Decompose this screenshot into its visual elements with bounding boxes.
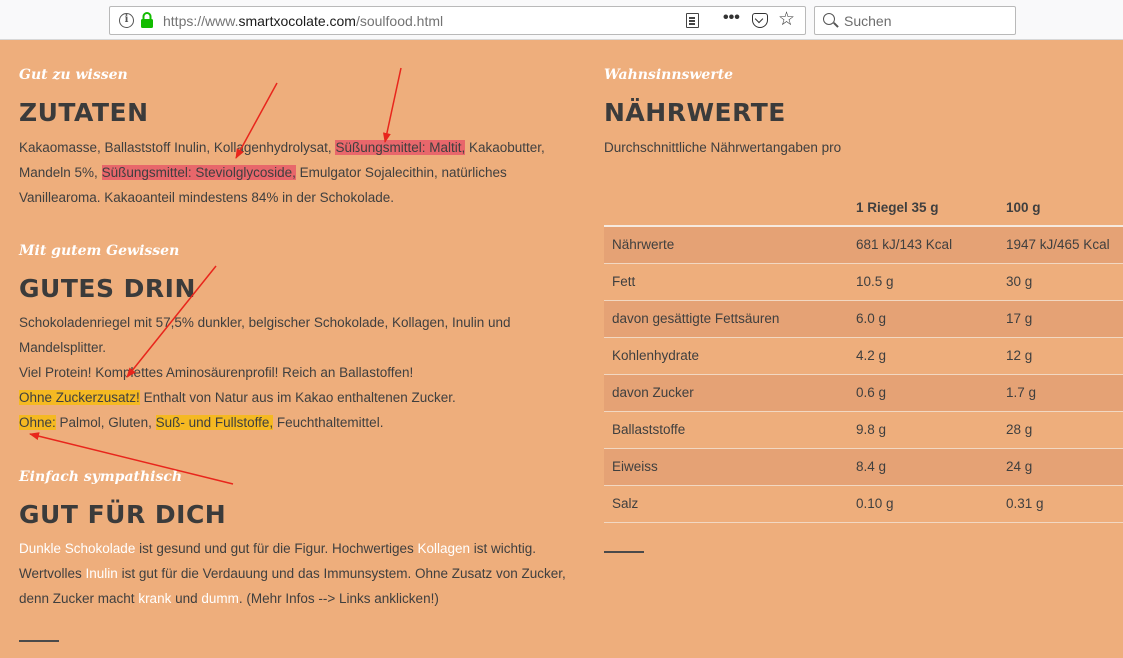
gutes-text-line: Mandelsplitter.	[19, 340, 107, 355]
table-cell: 681 kJ/143 Kcal	[856, 237, 953, 253]
table-cell: 8.4 g	[856, 459, 887, 474]
gut-text-part: und	[171, 591, 202, 606]
table-row: Eiweiss 8.4 g 24 g	[604, 448, 1123, 485]
table-cell: 30 g	[1006, 274, 1033, 289]
highlight-steviol: Süßungsmittel: Steviolglycoside,	[101, 165, 296, 180]
section-divider	[19, 640, 59, 642]
zutaten-text-part: Kakaobutter,	[465, 140, 545, 155]
table-row: davon gesättigte Fettsäuren 6.0 g 17 g	[604, 300, 1123, 337]
table-header-cell: 1 Riegel 35 g	[856, 200, 939, 215]
search-bar[interactable]	[814, 6, 1016, 35]
link-krank[interactable]: krank	[138, 591, 171, 606]
section-divider	[604, 551, 644, 553]
highlight-ohne-zuckerzusatz: Ohne Zuckerzusatz!	[19, 390, 140, 405]
table-row: davon Zucker 0.6 g 1.7 g	[604, 374, 1123, 411]
page-actions-more-icon[interactable]: •••	[723, 9, 740, 27]
zutaten-kicker: Gut zu wissen	[19, 67, 128, 83]
highlight-maltit: Süßungsmittel: Maltit,	[335, 140, 466, 155]
table-cell: 1.7 g	[1006, 385, 1037, 400]
table-cell: davon Zucker	[612, 385, 694, 400]
table-cell: Nährwerte	[612, 237, 675, 253]
browser-toolbar: i https://www.smartxocolate.com/soulfood…	[0, 0, 1123, 40]
gut-text-part: denn Zucker macht	[19, 591, 139, 606]
table-header-row: 1 Riegel 35 g 100 g	[604, 190, 1123, 226]
table-cell: 4.2 g	[856, 348, 887, 363]
table-row: Nährwerte 681 kJ/143 Kcal 1947 kJ/465 Kcal	[604, 226, 1123, 263]
table-cell: 0.6 g	[856, 385, 887, 400]
table-cell: 10.5 g	[856, 274, 894, 289]
gutes-title: GUTES DRIN	[19, 274, 196, 303]
link-inulin[interactable]: Inulin	[86, 566, 118, 581]
table-cell: 0.10 g	[856, 496, 894, 511]
zutaten-text-line: Vanillearoma. Kakaoanteil mindestens 84%…	[19, 190, 394, 205]
gutes-text: Schokoladenriegel mit 57,5% dunkler, bel…	[19, 310, 579, 435]
naehrwerte-title: NÄHRWERTE	[604, 98, 786, 127]
table-header-cell: 100 g	[1006, 200, 1041, 215]
url-host: smartxocolate.com	[238, 13, 356, 29]
url-path: /soulfood.html	[355, 13, 444, 29]
gut-kicker: Einfach sympathisch	[19, 469, 183, 485]
gutes-text-part: Enthalt von Natur aus im Kakao enthalten…	[139, 390, 456, 405]
zutaten-text-part: Kakaomasse, Ballaststoff Inulin, Kollage…	[19, 140, 336, 155]
table-row: Fett 10.5 g 30 g	[604, 263, 1123, 300]
table-cell: Kohlenhydrate	[612, 348, 700, 363]
info-icon[interactable]: i	[119, 13, 134, 28]
naehrwerte-subtitle: Durchschnittliche Nährwertangaben pro	[604, 140, 842, 155]
nutrition-table: 1 Riegel 35 g 100 g Nährwerte 681 kJ/143 K…	[604, 190, 1123, 523]
table-cell: Salz	[612, 496, 639, 511]
lock-icon	[141, 12, 153, 28]
table-cell: Ballaststoffe	[612, 422, 686, 437]
gutes-text-part: Palmol, Gluten,	[55, 415, 156, 430]
table-cell: Fett	[612, 274, 636, 289]
naehrwerte-kicker: Wahnsinnswerte	[604, 67, 734, 83]
search-icon	[823, 13, 835, 25]
table-body: Nährwerte 681 kJ/143 Kcal 1947 kJ/465 Kcal…	[604, 226, 1123, 522]
zutaten-title: ZUTATEN	[19, 98, 149, 127]
annotation-arrow	[382, 67, 402, 143]
gut-text-part: ist gesund und gut für die Figur. Hochwe…	[135, 541, 418, 556]
table-header-cell	[604, 190, 856, 226]
gut-title: GUT FÜR DICH	[19, 500, 227, 529]
gutes-text-line: Viel Protein! Komplettes Aminosäurenprof…	[19, 365, 414, 380]
url-bar[interactable]: i https://www.smartxocolate.com/soulfood…	[109, 6, 806, 35]
highlight-suss-fullstoffe: Suß- und Fullstoffe,	[155, 415, 274, 430]
link-dunkle-schokolade[interactable]: Dunkle Schokolade	[19, 541, 135, 556]
pocket-icon[interactable]	[752, 13, 768, 28]
table-row: Kohlenhydrate 4.2 g 12 g	[604, 337, 1123, 374]
table-row: Salz 0.10 g 0.31 g	[604, 485, 1123, 522]
gut-text-part: . (Mehr Infos --> Links anklicken!)	[238, 591, 439, 606]
table-cell: 9.8 g	[856, 422, 887, 437]
link-kollagen[interactable]: Kollagen	[417, 541, 470, 556]
table-row: Ballaststoffe 9.8 g 28 g	[604, 411, 1123, 448]
gutes-text-part: Feuchthaltemittel.	[273, 415, 384, 430]
table-cell: Eiweiss	[612, 459, 658, 474]
table-cell: 17 g	[1006, 311, 1033, 326]
gut-text-part: ist wichtig.	[470, 541, 537, 556]
table-cell: 1947 kJ/465 Kcal	[1006, 237, 1110, 253]
table-cell: 28 g	[1006, 422, 1033, 437]
zutaten-text-part: Mandeln 5%,	[19, 165, 102, 180]
gut-text: Dunkle Schokolade ist gesund und gut für…	[19, 536, 579, 611]
table-cell: 6.0 g	[856, 311, 887, 326]
gutes-text-line: Schokoladenriegel mit 57,5% dunkler, bel…	[19, 315, 511, 330]
url-text[interactable]: https://www.smartxocolate.com/soulfood.h…	[163, 12, 443, 30]
reader-view-icon[interactable]	[686, 13, 699, 28]
table-cell: 0.31 g	[1006, 496, 1044, 511]
bookmark-star-icon[interactable]: ☆	[778, 8, 795, 31]
url-prefix: https://www.	[163, 13, 239, 29]
search-input[interactable]	[844, 12, 1009, 30]
zutaten-text: Kakaomasse, Ballaststoff Inulin, Kollage…	[19, 135, 579, 210]
gut-text-part: ist gut für die Verdauung und das Immuns…	[117, 566, 566, 581]
table-cell: 24 g	[1006, 459, 1033, 474]
gut-text-part: Wertvolles	[19, 566, 86, 581]
gutes-kicker: Mit gutem Gewissen	[19, 243, 180, 259]
highlight-ohne: Ohne:	[19, 415, 56, 430]
link-dumm[interactable]: dumm	[201, 591, 239, 606]
zutaten-text-part: Emulgator Sojalecithin, natürliches	[295, 165, 507, 180]
table-cell: davon gesättigte Fettsäuren	[612, 311, 780, 326]
table-cell: 12 g	[1006, 348, 1033, 363]
